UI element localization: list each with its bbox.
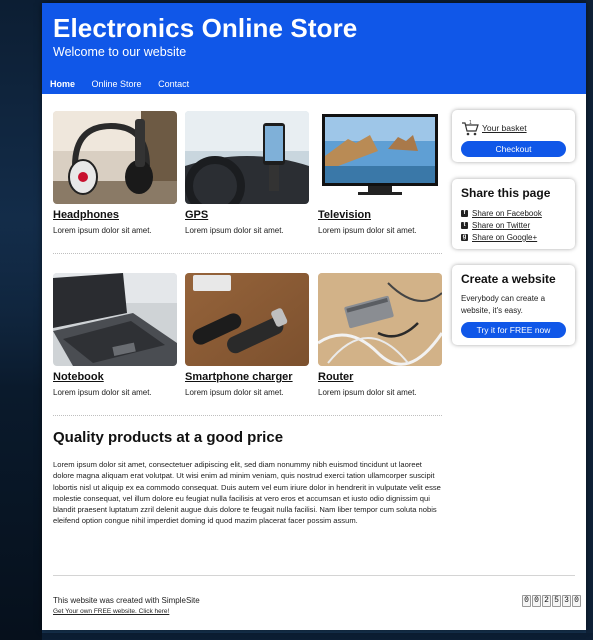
row-divider xyxy=(53,415,442,416)
google-plus-icon: g xyxy=(461,234,468,241)
headphones-photo[interactable] xyxy=(53,111,177,204)
twitter-icon: t xyxy=(461,222,468,229)
counter-digit: 5 xyxy=(552,595,561,607)
page-container: Electronics Online Store Welcome to our … xyxy=(42,3,586,630)
counter-digit: 0 xyxy=(572,595,581,607)
car-gps-phone-photo[interactable] xyxy=(185,111,309,204)
product-description: Lorem ipsum dolor sit amet. xyxy=(318,388,417,397)
router-cables-photo[interactable] xyxy=(318,273,442,366)
create-text: Everybody can create a website, it's eas… xyxy=(461,294,546,315)
share-twitter-label[interactable]: Share on Twitter xyxy=(472,221,530,230)
nav-item-contact[interactable]: Contact xyxy=(158,79,189,89)
product-description: Lorem ipsum dolor sit amet. xyxy=(53,388,152,397)
product-description: Lorem ipsum dolor sit amet. xyxy=(185,226,284,235)
basket-link[interactable]: Your basket xyxy=(482,123,527,133)
basket-icon[interactable]: 1 xyxy=(461,120,479,136)
basket-count: 1 xyxy=(469,120,472,126)
product-card-headphones: Headphones Lorem ipsum dolor sit amet. xyxy=(53,111,177,235)
product-card-gps: GPS Lorem ipsum dolor sit amet. xyxy=(185,111,309,235)
background-edge xyxy=(586,0,593,633)
product-row: Notebook Lorem ipsum dolor sit amet. Sma… xyxy=(53,273,442,435)
site-header: Electronics Online Store Welcome to our … xyxy=(42,3,586,94)
nav-item-home[interactable]: Home xyxy=(50,79,75,89)
try-free-button[interactable]: Try it for FREE now xyxy=(461,322,566,338)
product-description: Lorem ipsum dolor sit amet. xyxy=(318,226,417,235)
share-google-plus-label[interactable]: Share on Google+ xyxy=(472,233,537,242)
product-row: Headphones Lorem ipsum dolor sit amet. G… xyxy=(53,111,442,273)
facebook-icon: f xyxy=(461,210,468,217)
counter-digit: 2 xyxy=(542,595,551,607)
quality-heading: Quality products at a good price xyxy=(53,429,284,446)
laptop-photo[interactable] xyxy=(53,273,177,366)
product-name[interactable]: Headphones xyxy=(53,209,177,221)
product-name[interactable]: Smartphone charger xyxy=(185,371,309,383)
counter-digit: 0 xyxy=(532,595,541,607)
counter-digit: 0 xyxy=(522,595,531,607)
product-card-smartphone-charger: Smartphone charger Lorem ipsum dolor sit… xyxy=(185,273,309,397)
share-panel: Share this page f Share on Facebook t Sh… xyxy=(452,179,575,249)
product-name[interactable]: Notebook xyxy=(53,371,177,383)
share-facebook-label[interactable]: Share on Facebook xyxy=(472,209,542,218)
product-description: Lorem ipsum dolor sit amet. xyxy=(185,388,284,397)
quality-paragraph: Lorem ipsum dolor sit amet, consectetuer… xyxy=(53,460,441,526)
nav-item-online-store[interactable]: Online Store xyxy=(92,79,142,89)
power-bank-photo[interactable] xyxy=(185,273,309,366)
television-photo[interactable] xyxy=(318,111,442,204)
share-google-plus[interactable]: g Share on Google+ xyxy=(461,233,537,242)
product-description: Lorem ipsum dolor sit amet. xyxy=(53,226,152,235)
create-title: Create a website xyxy=(461,272,556,286)
footer-credit: This website was created with SimpleSite xyxy=(53,596,200,605)
create-website-panel: Create a website Everybody can create a … xyxy=(452,265,575,345)
main-nav: Home Online Store Contact xyxy=(50,79,203,89)
site-title: Electronics Online Store xyxy=(53,13,358,43)
footer-divider xyxy=(53,575,575,576)
share-title: Share this page xyxy=(461,186,551,200)
footer-free-website-link[interactable]: Get Your own FREE website. Click here! xyxy=(53,608,169,615)
visitor-counter: 0 0 2 5 3 0 xyxy=(522,595,581,607)
product-card-television: Television Lorem ipsum dolor sit amet. xyxy=(318,111,442,235)
basket-panel: 1 Your basket Checkout xyxy=(452,110,575,162)
background-cityscape xyxy=(0,220,42,640)
product-card-router: Router Lorem ipsum dolor sit amet. xyxy=(318,273,442,397)
product-name[interactable]: Router xyxy=(318,371,442,383)
site-subtitle: Welcome to our website xyxy=(53,45,187,59)
share-twitter[interactable]: t Share on Twitter xyxy=(461,221,530,230)
counter-digit: 3 xyxy=(562,595,571,607)
checkout-button[interactable]: Checkout xyxy=(461,141,566,157)
share-facebook[interactable]: f Share on Facebook xyxy=(461,209,542,218)
product-name[interactable]: Television xyxy=(318,209,442,221)
product-name[interactable]: GPS xyxy=(185,209,309,221)
product-card-notebook: Notebook Lorem ipsum dolor sit amet. xyxy=(53,273,177,397)
product-grid: Headphones Lorem ipsum dolor sit amet. G… xyxy=(53,111,442,435)
row-divider xyxy=(53,253,442,254)
